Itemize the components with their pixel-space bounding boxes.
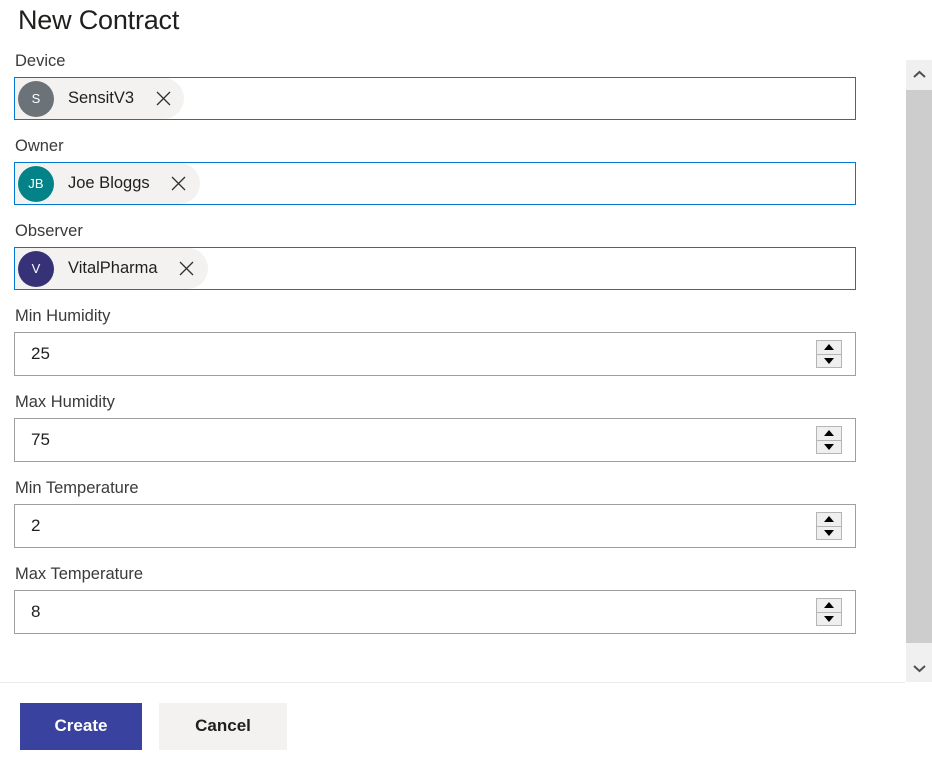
footer-actions: Create Cancel: [0, 683, 932, 769]
vertical-scrollbar[interactable]: [905, 60, 932, 682]
stepper-up-icon[interactable]: [817, 599, 841, 613]
min-humidity-stepper[interactable]: [816, 340, 842, 368]
persona-chip-owner[interactable]: JB Joe Bloggs: [15, 163, 200, 204]
stepper-up-icon[interactable]: [817, 427, 841, 441]
close-icon[interactable]: [172, 254, 202, 284]
new-contract-panel: New Contract Device S SensitV3 Owner JB …: [0, 0, 932, 769]
persona-name: SensitV3: [68, 89, 135, 107]
persona-chip-observer[interactable]: V VitalPharma: [15, 248, 208, 289]
persona-chip-device[interactable]: S SensitV3: [15, 78, 185, 119]
max-temperature-stepper[interactable]: [816, 598, 842, 626]
field-owner: Owner JB Joe Bloggs: [14, 135, 905, 205]
close-icon[interactable]: [164, 169, 194, 199]
min-temperature-value: 2: [31, 516, 41, 535]
field-label-min-temperature: Min Temperature: [15, 479, 139, 497]
stepper-down-icon[interactable]: [817, 355, 841, 368]
field-label-device: Device: [15, 52, 66, 70]
min-temperature-stepper[interactable]: [816, 512, 842, 540]
page-title: New Contract: [18, 5, 180, 35]
min-temperature-input[interactable]: 2: [14, 504, 856, 548]
field-label-max-temperature: Max Temperature: [15, 565, 144, 583]
min-humidity-value: 25: [31, 344, 50, 363]
avatar: JB: [18, 165, 54, 202]
field-max-temperature: Max Temperature 8: [14, 563, 905, 634]
field-min-humidity: Min Humidity 25: [14, 305, 905, 376]
avatar: S: [18, 80, 54, 117]
stepper-down-icon[interactable]: [817, 441, 841, 454]
max-humidity-value: 75: [31, 430, 50, 449]
cancel-button[interactable]: Cancel: [159, 702, 287, 750]
scrollbar-thumb[interactable]: [906, 90, 932, 643]
avatar: V: [18, 250, 54, 287]
chevron-down-icon[interactable]: [906, 654, 932, 682]
persona-name: VitalPharma: [68, 259, 158, 277]
people-picker-owner[interactable]: JB Joe Bloggs: [14, 162, 856, 205]
min-humidity-input[interactable]: 25: [14, 332, 856, 376]
max-temperature-input[interactable]: 8: [14, 590, 856, 634]
field-observer: Observer V VitalPharma: [14, 220, 905, 290]
max-humidity-stepper[interactable]: [816, 426, 842, 454]
form-content: New Contract Device S SensitV3 Owner JB …: [0, 0, 905, 634]
field-min-temperature: Min Temperature 2: [14, 477, 905, 548]
max-humidity-input[interactable]: 75: [14, 418, 856, 462]
people-picker-device[interactable]: S SensitV3: [14, 77, 856, 120]
field-device: Device S SensitV3: [14, 50, 905, 120]
close-icon[interactable]: [148, 84, 178, 114]
create-button[interactable]: Create: [20, 702, 142, 750]
people-picker-observer[interactable]: V VitalPharma: [14, 247, 856, 290]
stepper-up-icon[interactable]: [817, 341, 841, 355]
stepper-down-icon[interactable]: [817, 527, 841, 540]
field-label-owner: Owner: [15, 137, 64, 155]
field-label-max-humidity: Max Humidity: [15, 393, 115, 411]
persona-name: Joe Bloggs: [68, 174, 150, 192]
stepper-down-icon[interactable]: [817, 613, 841, 626]
stepper-up-icon[interactable]: [817, 513, 841, 527]
form-scroll-region: New Contract Device S SensitV3 Owner JB …: [0, 0, 905, 682]
field-label-observer: Observer: [15, 222, 83, 240]
chevron-up-icon[interactable]: [906, 60, 932, 88]
field-label-min-humidity: Min Humidity: [15, 307, 111, 325]
field-max-humidity: Max Humidity 75: [14, 391, 905, 462]
max-temperature-value: 8: [31, 602, 41, 621]
